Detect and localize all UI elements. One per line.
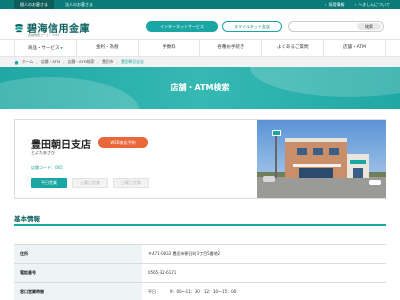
breadcrumb-separator: › xyxy=(36,59,38,65)
nav-label: 店舗・ATM xyxy=(343,45,366,50)
site-header: 碧海信用金庫 金融機関コード：1551 インターネットサービス スマイルネット支… xyxy=(0,9,400,39)
nav-label: よくあるご質問 xyxy=(276,45,309,50)
page-hero: 店舗・ATM検索 xyxy=(0,67,400,109)
section-divider xyxy=(14,224,386,226)
breadcrumb-separator: › xyxy=(97,59,100,65)
search-box: 検索 xyxy=(288,21,384,32)
breadcrumb-current: 豊田朝日支店 xyxy=(120,59,144,64)
hours-time: 9：00～11：30 12：30～15：00 xyxy=(170,289,237,294)
address-value: 〒471-0032 豊田市朝日町3丁目5番地2 xyxy=(148,251,221,256)
service-status-row: 平日営業 土曜日営業 日曜日営業 xyxy=(31,178,149,188)
search-input[interactable] xyxy=(293,23,353,30)
recruit-link[interactable]: › 採用情報 xyxy=(325,0,345,9)
row-label-phone: 電話番号 xyxy=(14,264,142,282)
nav-rates[interactable]: 金利・為替 xyxy=(77,40,139,56)
nav-stores[interactable]: 店舗・ATM xyxy=(324,40,386,56)
hours-value: 平日 9：00～11：30 12：30～15：00 xyxy=(142,283,386,300)
breadcrumb-item[interactable]: 店舗・ATM xyxy=(41,59,60,65)
breadcrumb: ホーム › 店舗・ATM › 店舗・ATM検索 › 豊田市 › 豊田朝日支店 xyxy=(0,57,400,67)
nav-faq[interactable]: よくあるご質問 xyxy=(262,40,325,56)
branch-photo xyxy=(257,120,386,198)
nav-fees[interactable]: 手数料 xyxy=(139,40,201,56)
smile-net-button[interactable]: スマイルネット支店 xyxy=(222,21,282,32)
branch-kana: とよたあさひ xyxy=(31,150,55,155)
basic-info-table: 住所 〒471-0032 豊田市朝日町3丁目5番地2 電話番号 0565-32-… xyxy=(14,244,386,300)
nav-procedures[interactable]: 各種お手続き xyxy=(200,40,263,56)
section-title-basic-info: 基本情報 xyxy=(14,215,40,223)
status-badge-sunday: 日曜日営業 xyxy=(113,178,149,188)
hours-day: 平日 xyxy=(148,289,156,294)
about-link[interactable]: › へきしんについて xyxy=(355,0,391,9)
chevron-right-icon: › xyxy=(324,2,327,7)
row-label-address: 住所 xyxy=(14,245,142,263)
recruit-link-label: 採用情報 xyxy=(328,2,345,7)
nav-label: 金利・為替 xyxy=(95,45,119,50)
store-code: 店舗コード：065 xyxy=(31,165,63,170)
status-badge-weekday: 平日営業 xyxy=(31,178,67,188)
tab-corporate[interactable]: 法人のお客さま xyxy=(58,0,100,9)
table-row: 住所 〒471-0032 豊田市朝日町3丁目5番地2 xyxy=(14,245,386,264)
status-badge-saturday: 土曜日営業 xyxy=(72,178,108,188)
nav-label: 手数料 xyxy=(162,45,176,50)
branch-card: 豊田朝日支店 WEB来店予約 とよたあさひ 店舗コード：065 平日営業 土曜日… xyxy=(14,119,386,199)
utility-links: › 採用情報 › へきしんについて xyxy=(325,0,390,9)
breadcrumb-separator: › xyxy=(116,59,118,65)
branch-name: 豊田朝日支店 xyxy=(31,140,91,151)
breadcrumb-item[interactable]: 店舗・ATM検索 xyxy=(68,59,95,65)
logo-mark-icon xyxy=(15,23,23,32)
home-icon xyxy=(14,60,19,64)
breadcrumb-item[interactable]: 豊田市 xyxy=(102,59,113,65)
global-nav: 商品・サービス▼ 金利・為替 手数料 各種お手続き よくあるご質問 店舗・ATM xyxy=(0,39,400,57)
about-link-label: へきしんについて xyxy=(358,2,390,7)
nav-label: 商品・サービス xyxy=(28,46,60,51)
search-button[interactable]: 検索 xyxy=(357,23,381,30)
internet-service-button[interactable]: インターネットサービス xyxy=(146,21,218,32)
breadcrumb-separator: › xyxy=(63,59,65,65)
utility-bar: 個人のお客さま 法人のお客さま › 採用情報 › へきしんについて xyxy=(0,0,400,9)
table-row: 窓口営業時間 平日 9：00～11：30 12：30～15：00 xyxy=(14,283,386,300)
breadcrumb-home[interactable]: ホーム xyxy=(22,59,33,65)
chevron-down-icon: ▼ xyxy=(60,46,63,50)
table-row: 電話番号 0565-32-6171 xyxy=(14,264,386,283)
phone-value: 0565-32-6171 xyxy=(148,270,177,275)
tab-personal[interactable]: 個人のお客さま xyxy=(14,0,54,9)
row-label-hours: 窓口営業時間 xyxy=(14,283,142,300)
bank-code: 金融機関コード：1551 xyxy=(28,33,60,37)
nav-products[interactable]: 商品・サービス▼ xyxy=(14,40,77,56)
chevron-right-icon: › xyxy=(354,2,357,7)
web-reserve-button[interactable]: WEB来店予約 xyxy=(98,137,148,148)
nav-label: 各種お手続き xyxy=(217,45,245,50)
page-title: 店舗・ATM検索 xyxy=(170,83,230,92)
